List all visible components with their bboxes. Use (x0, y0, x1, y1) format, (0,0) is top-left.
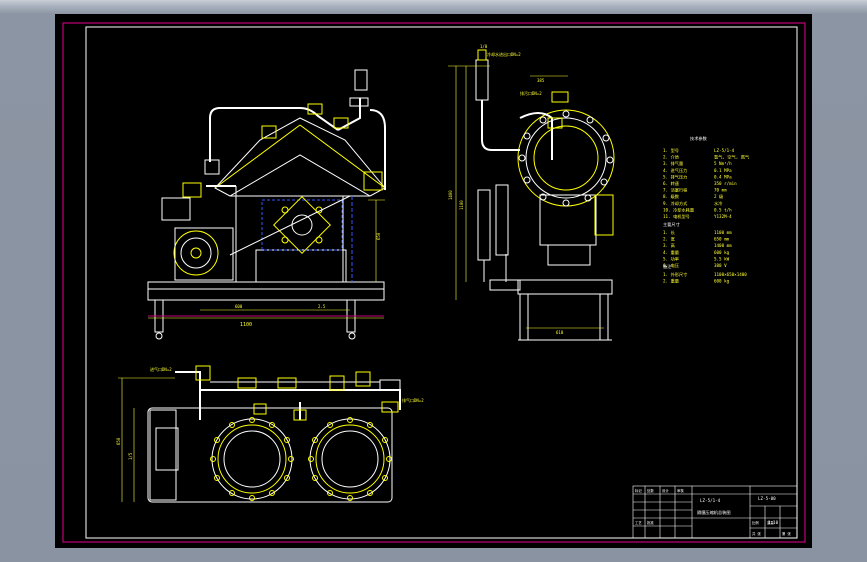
spec-key: 6. 转速 (663, 180, 680, 187)
spec-value: 650 mm (714, 237, 730, 242)
plan-motor (155, 427, 179, 471)
plan-diaphragm-head-right (308, 417, 392, 501)
spec-value: 5 Nm³/h (714, 161, 732, 166)
dim-front-height: 650 (376, 232, 381, 240)
crankcase (255, 249, 347, 283)
callout-side-mid: 排污口DN=2 (520, 90, 542, 96)
spec-value: 600 kg (714, 279, 730, 284)
spec-key: 2. 介质 (663, 154, 679, 161)
spec-key: 2. 重量 (663, 278, 679, 285)
specs-heading3: 备注 (663, 263, 672, 270)
front-cylinder-v (214, 117, 386, 197)
spec-key: 1. 外形尺寸 (663, 271, 687, 278)
cad-drawing: 1100 600 2.5 650 1/0 385 1100 1400 610 冷… (62, 22, 806, 543)
dim-side-h1: 1100 (459, 200, 464, 210)
dim-side-base: 610 (556, 330, 564, 335)
spec-value: 600 kg (714, 250, 730, 255)
spec-key: 8. 级数 (663, 193, 680, 200)
callout-plan-left: 进气口DN=2 (150, 366, 172, 372)
spec-value: 0.4 MPa (714, 174, 732, 179)
title-drawing-no: LZ-5/1-4 (700, 498, 721, 503)
motor-housing (174, 227, 234, 281)
title-block-cell: 设计 (662, 488, 669, 493)
spec-value: 380 V (714, 263, 727, 268)
spec-value: 1100×650×1400 (714, 272, 747, 277)
title-block-cell: 工艺 (635, 520, 642, 525)
spec-value: 氢气, 空气, 氮气 (714, 154, 750, 161)
title-sheet-code: LZ-5-00 (758, 496, 776, 501)
spec-key: 4. 重量 (663, 249, 679, 256)
side-dimensions (448, 65, 604, 329)
spec-key: 5. 功率 (663, 255, 679, 262)
dim-side-h2: 1400 (448, 190, 453, 200)
dim-side-width: 385 (537, 78, 545, 83)
title-block-cell: 重量 (767, 520, 774, 525)
side-separator-column (477, 189, 491, 261)
specs-heading: 技术参数 (690, 135, 708, 142)
spec-value: 0.1 MPa (714, 168, 732, 173)
dim-plan-h1: 650 (116, 437, 121, 445)
specs-heading2: 主要尺寸 (663, 221, 680, 228)
side-coil-turns (518, 110, 614, 207)
dim-side-top: 1/0 (480, 44, 488, 49)
front-lifting-eye-left (155, 332, 163, 340)
side-base (517, 279, 613, 295)
spec-key: 9. 冷却方式 (663, 200, 688, 207)
spec-value: 350 r/min (714, 181, 737, 186)
title-block-cell: 审核 (677, 488, 684, 493)
spec-value: 5.5 kW (714, 256, 730, 261)
title-block-cell: 比例 (752, 520, 759, 525)
title-name: 隔膜压缩机总装图 (697, 509, 731, 516)
spec-value: 0.5 t/h (714, 207, 732, 212)
dim-front-width: 1100 (240, 322, 252, 328)
spec-key: 1. 长 (663, 229, 676, 236)
front-top-valve (354, 69, 368, 91)
front-diaphragm-heads (273, 196, 331, 254)
callout-plan-right: 排气口DN=2 (402, 397, 424, 403)
spec-key: 10. 冷却水耗量 (663, 206, 694, 213)
title-block-cell: 共 张 (752, 531, 761, 536)
front-lifting-eye-right (348, 332, 356, 340)
spec-key: 1. 型号 (663, 147, 679, 154)
title-block-cell: 标记 (635, 488, 642, 493)
plan-diaphragm-head-left (210, 417, 294, 501)
dim-front-b: 2.5 (318, 304, 326, 309)
spec-key: 3. 排气量 (663, 160, 683, 167)
dim-plan-h2: 1/5 (128, 452, 133, 460)
spec-value: 70 mm (714, 188, 727, 193)
side-cooling-coil (517, 109, 615, 207)
spec-value: 1100 mm (714, 230, 732, 235)
specs-block: 技术参数 1. 型号 LZ-5/1-4 2. 介质 氢气, 空气, 氮气 3. 排气量 5… (663, 135, 750, 285)
spec-key: 3. 高 (663, 242, 675, 249)
front-top-pipe (209, 107, 339, 162)
spec-value: LZ-5/1-4 (714, 148, 735, 153)
spec-key: 4. 进气压力 (663, 167, 687, 174)
title-block-cell: 处数 (647, 488, 654, 493)
callout-side-top: 冷却水进出口DN=2 (487, 51, 521, 57)
front-view (147, 69, 386, 340)
spec-value: 水冷 (714, 200, 722, 207)
spec-value: 1400 mm (714, 243, 732, 248)
spec-value: Y132M-4 (714, 214, 732, 219)
title-block-cell: 批准 (647, 520, 654, 525)
spec-value: 2 级 (714, 193, 724, 200)
plan-view (118, 365, 401, 503)
spec-key: 5. 排气压力 (663, 173, 687, 180)
spec-key: 11. 电机型号 (663, 213, 690, 220)
dim-front-a: 600 (235, 304, 243, 309)
title-block-cell: 第 张 (782, 531, 791, 536)
plan-dimensions (118, 377, 175, 502)
spec-key: 7. 活塞行程 (663, 187, 688, 194)
front-base (147, 281, 385, 301)
spec-key: 2. 宽 (663, 236, 676, 243)
